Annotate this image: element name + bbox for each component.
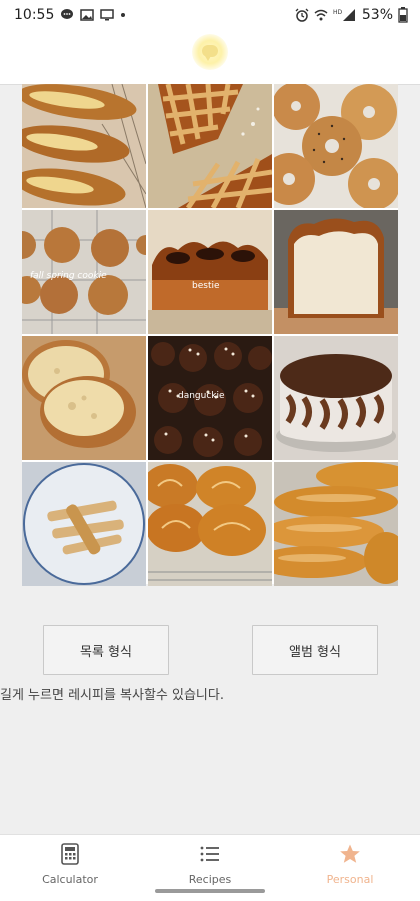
image-icon — [80, 9, 95, 21]
list-view-button[interactable]: 목록 형식 — [43, 625, 169, 675]
bread-tile-rustic-bread[interactable] — [22, 336, 146, 460]
bread-tile-long-rolls[interactable] — [274, 462, 398, 586]
bread-tile-bagels[interactable] — [274, 84, 398, 208]
nav-item-recipes[interactable]: Recipes — [140, 835, 280, 891]
bread-tile-lattice-pie[interactable] — [148, 84, 272, 208]
calculator-icon — [61, 843, 79, 865]
svg-text:HD: HD — [333, 9, 343, 16]
bread-tile-baguette-rolls[interactable] — [22, 84, 146, 208]
chat-bubble-icon — [61, 9, 74, 19]
recipe-album-grid: fall spring cookie bestie danguckie — [22, 84, 398, 586]
bread-tile-chocolate-cake[interactable] — [274, 336, 398, 460]
bread-tile-white-loaf[interactable] — [274, 210, 398, 334]
star-icon — [340, 844, 360, 863]
album-view-button[interactable]: 앨범 형식 — [252, 625, 378, 675]
screen-cast-icon — [100, 9, 115, 21]
nav-label-personal: Personal — [326, 873, 374, 886]
bread-tile-choco-buns[interactable]: danguckie — [148, 336, 272, 460]
brioche-watermark: bestie — [192, 281, 220, 291]
status-left: 10:55 — [14, 7, 126, 23]
nav-item-calculator[interactable]: Calculator — [0, 835, 140, 891]
home-indicator[interactable] — [155, 889, 265, 893]
nav-item-personal[interactable]: Personal — [280, 835, 420, 891]
hd-signal-icon: HD — [333, 9, 355, 21]
dot-icon — [121, 13, 126, 17]
bread-tile-cookies[interactable]: fall spring cookie — [22, 210, 146, 334]
bread-tile-brioche-loaf[interactable]: bestie — [148, 210, 272, 334]
status-time: 10:55 — [14, 7, 55, 23]
bread-tile-stick-cookies[interactable] — [22, 462, 146, 586]
nav-label-recipes: Recipes — [188, 873, 232, 886]
status-bar: 10:55 HD 53% — [0, 0, 420, 32]
battery-icon — [398, 7, 408, 23]
app-header — [0, 32, 420, 85]
copy-hint-text: 길게 누르면 레시피를 복사할수 있습니다. — [0, 688, 224, 703]
nav-label-calculator: Calculator — [42, 873, 98, 886]
chat-bubble-logo-icon — [192, 34, 228, 70]
status-right: HD 53% — [295, 7, 408, 23]
list-icon — [200, 846, 219, 862]
bread-tile-swirl-buns[interactable] — [148, 462, 272, 586]
cookies-watermark: fall spring cookie — [30, 271, 107, 281]
alarm-icon — [295, 8, 309, 22]
choco-buns-watermark: danguckie — [178, 391, 225, 401]
battery-percent: 53% — [361, 7, 393, 23]
wifi-icon — [314, 9, 328, 21]
